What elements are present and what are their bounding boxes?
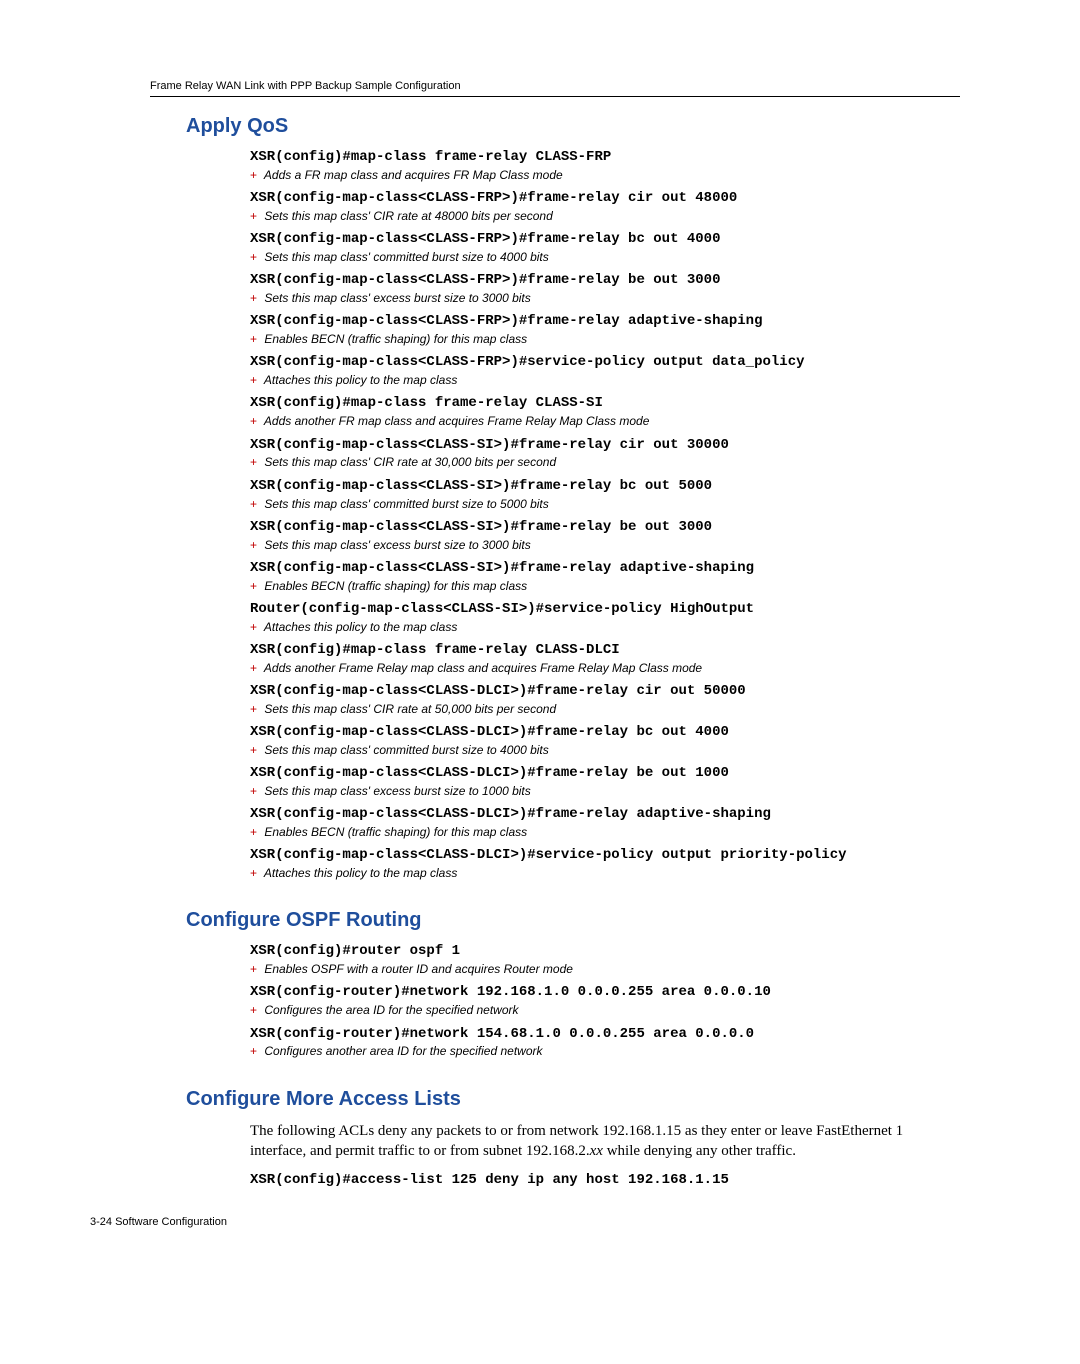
plus-icon: + — [250, 414, 257, 428]
command-annotation: + Sets this map class' committed burst s… — [250, 249, 940, 265]
command-line: XSR(config-map-class<CLASS-DLCI>)#frame-… — [250, 723, 940, 742]
command-line: XSR(config-router)#network 192.168.1.0 0… — [250, 983, 940, 1002]
section-title-acl: Configure More Access Lists — [186, 1088, 960, 1111]
command-line: XSR(config)#map-class frame-relay CLASS-… — [250, 641, 940, 660]
command-annotation: + Sets this map class' excess burst size… — [250, 290, 940, 306]
plus-icon: + — [250, 825, 257, 839]
command-annotation: + Sets this map class' committed burst s… — [250, 496, 940, 512]
plus-icon: + — [250, 1003, 257, 1017]
command-annotation: + Sets this map class' CIR rate at 30,00… — [250, 454, 940, 470]
plus-icon: + — [250, 168, 257, 182]
acl-body-pre: The following ACLs deny any packets to o… — [250, 1123, 903, 1159]
acl-body-post: while denying any other traffic. — [603, 1143, 796, 1159]
plus-icon: + — [250, 620, 257, 634]
page-footer: 3-24 Software Configuration — [90, 1216, 960, 1228]
plus-icon: + — [250, 250, 257, 264]
plus-icon: + — [250, 1044, 257, 1058]
acl-block: The following ACLs deny any packets to o… — [250, 1121, 940, 1190]
plus-icon: + — [250, 743, 257, 757]
command-annotation: + Adds another FR map class and acquires… — [250, 413, 940, 429]
command-annotation: + Attaches this policy to the map class — [250, 619, 940, 635]
plus-icon: + — [250, 866, 257, 880]
command-line: XSR(config-map-class<CLASS-SI>)#frame-re… — [250, 436, 940, 455]
command-line: XSR(config-map-class<CLASS-DLCI>)#frame-… — [250, 764, 940, 783]
command-line: XSR(config-map-class<CLASS-DLCI>)#frame-… — [250, 682, 940, 701]
command-annotation: + Configures the area ID for the specifi… — [250, 1002, 940, 1018]
section-title-qos: Apply QoS — [186, 115, 960, 138]
command-line: XSR(config)#router ospf 1 — [250, 942, 940, 961]
acl-body-italic: xx — [590, 1143, 603, 1159]
running-header: Frame Relay WAN Link with PPP Backup Sam… — [150, 80, 960, 97]
command-annotation: + Enables OSPF with a router ID and acqu… — [250, 961, 940, 977]
plus-icon: + — [250, 455, 257, 469]
command-line: XSR(config)#map-class frame-relay CLASS-… — [250, 148, 940, 167]
ospf-block: XSR(config)#router ospf 1+ Enables OSPF … — [250, 942, 940, 1059]
command-annotation: + Sets this map class' excess burst size… — [250, 537, 940, 553]
command-annotation: + Enables BECN (traffic shaping) for thi… — [250, 331, 940, 347]
command-line: XSR(config)#map-class frame-relay CLASS-… — [250, 394, 940, 413]
command-line: XSR(config-map-class<CLASS-FRP>)#frame-r… — [250, 230, 940, 249]
command-annotation: + Attaches this policy to the map class — [250, 372, 940, 388]
command-line: XSR(config-map-class<CLASS-DLCI>)#frame-… — [250, 805, 940, 824]
section-title-ospf: Configure OSPF Routing — [186, 909, 960, 932]
plus-icon: + — [250, 291, 257, 305]
command-annotation: + Sets this map class' CIR rate at 48000… — [250, 208, 940, 224]
command-line: XSR(config-map-class<CLASS-SI>)#frame-re… — [250, 559, 940, 578]
command-annotation: + Attaches this policy to the map class — [250, 865, 940, 881]
plus-icon: + — [250, 497, 257, 511]
command-line: Router(config-map-class<CLASS-SI>)#servi… — [250, 600, 940, 619]
command-annotation: + Enables BECN (traffic shaping) for thi… — [250, 824, 940, 840]
command-line: XSR(config-router)#network 154.68.1.0 0.… — [250, 1025, 940, 1044]
acl-cmd: XSR(config)#access-list 125 deny ip any … — [250, 1171, 940, 1190]
command-line: XSR(config-map-class<CLASS-SI>)#frame-re… — [250, 477, 940, 496]
command-line: XSR(config-map-class<CLASS-FRP>)#frame-r… — [250, 189, 940, 208]
command-line: XSR(config-map-class<CLASS-SI>)#frame-re… — [250, 518, 940, 537]
plus-icon: + — [250, 579, 257, 593]
command-line: XSR(config-map-class<CLASS-FRP>)#frame-r… — [250, 271, 940, 290]
plus-icon: + — [250, 784, 257, 798]
command-annotation: + Sets this map class' CIR rate at 50,00… — [250, 701, 940, 717]
command-line: XSR(config-map-class<CLASS-FRP>)#frame-r… — [250, 312, 940, 331]
command-annotation: + Sets this map class' excess burst size… — [250, 783, 940, 799]
command-line: XSR(config-map-class<CLASS-FRP>)#service… — [250, 353, 940, 372]
plus-icon: + — [250, 538, 257, 552]
command-annotation: + Sets this map class' committed burst s… — [250, 742, 940, 758]
command-annotation: + Adds a FR map class and acquires FR Ma… — [250, 167, 940, 183]
plus-icon: + — [250, 373, 257, 387]
plus-icon: + — [250, 209, 257, 223]
plus-icon: + — [250, 661, 257, 675]
command-annotation: + Configures another area ID for the spe… — [250, 1043, 940, 1059]
qos-block: XSR(config)#map-class frame-relay CLASS-… — [250, 148, 940, 881]
command-annotation: + Adds another Frame Relay map class and… — [250, 660, 940, 676]
plus-icon: + — [250, 332, 257, 346]
command-annotation: + Enables BECN (traffic shaping) for thi… — [250, 578, 940, 594]
plus-icon: + — [250, 962, 257, 976]
plus-icon: + — [250, 702, 257, 716]
command-line: XSR(config-map-class<CLASS-DLCI>)#servic… — [250, 846, 940, 865]
acl-body-text: The following ACLs deny any packets to o… — [250, 1121, 940, 1162]
